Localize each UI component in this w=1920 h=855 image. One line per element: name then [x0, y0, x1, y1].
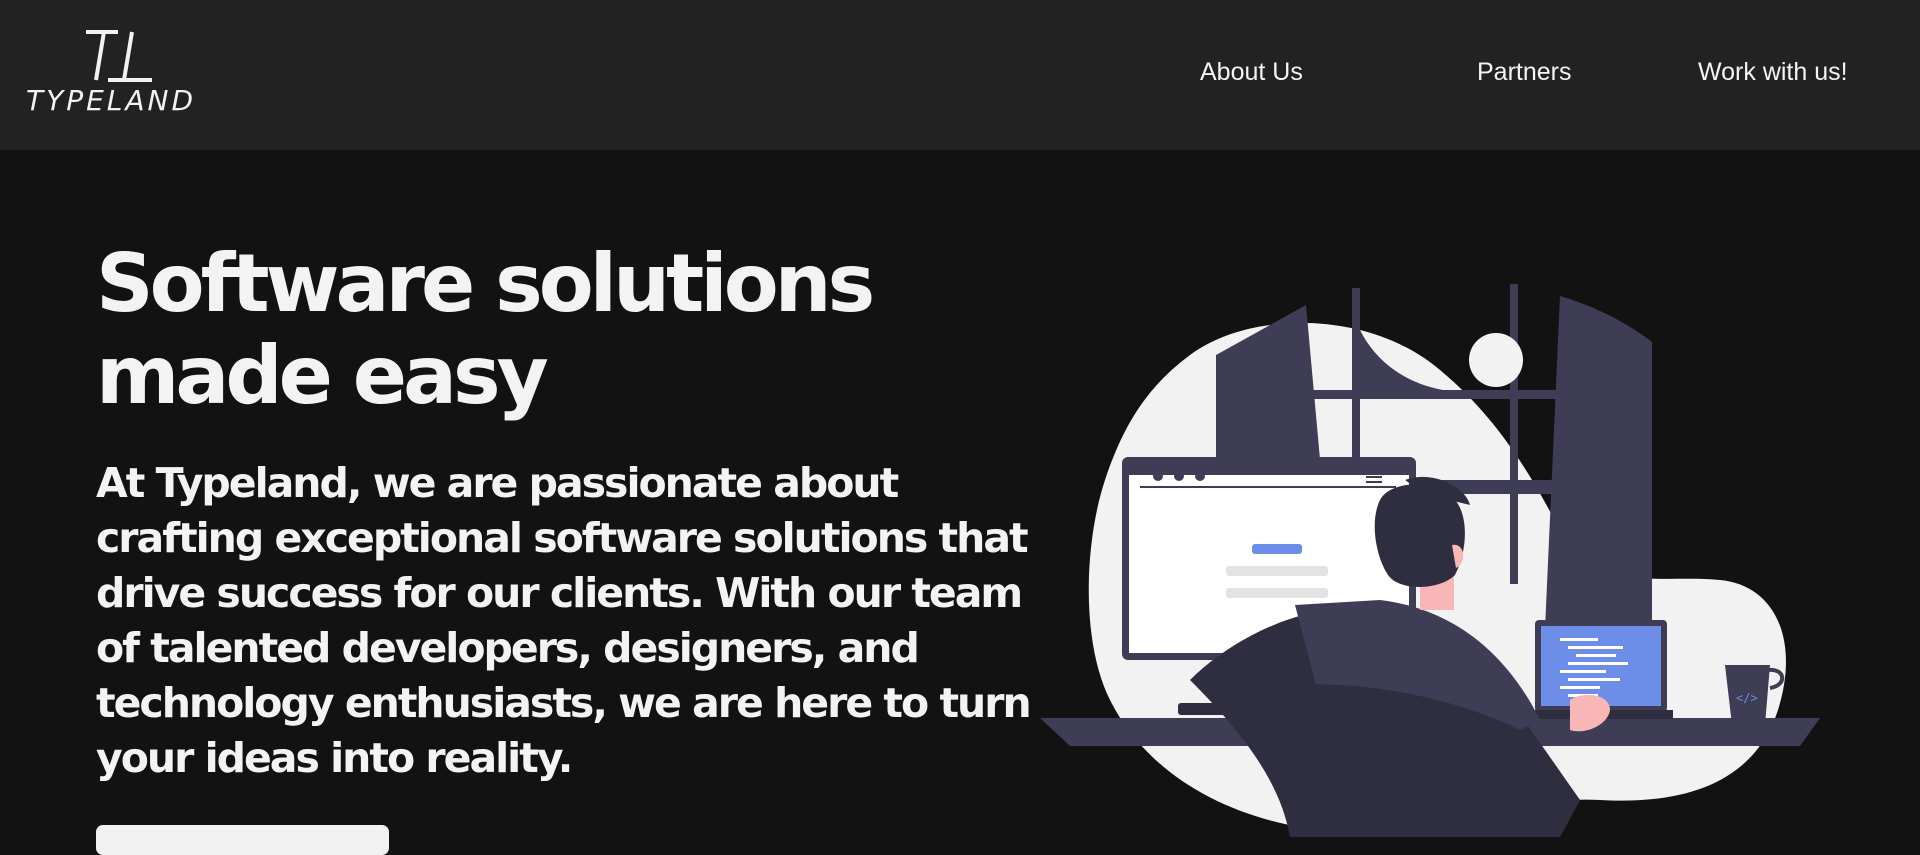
monitor-address-line: [1140, 486, 1396, 488]
nav-work-with-us[interactable]: Work with us!: [1698, 58, 1848, 92]
window-mullion-right: [1510, 284, 1518, 584]
logo-wordmark: TYPELAND: [26, 84, 197, 117]
hero-description: At Typeland, we are passionate about cra…: [96, 459, 1032, 782]
hero-title-line-1: Software solutions: [96, 237, 875, 330]
developer-workspace-illustration-icon: </>: [1040, 284, 1820, 837]
monitor-dot-3: [1195, 471, 1205, 481]
monitor-text-line-2: [1226, 588, 1328, 598]
hero-title: Software solutions made easy: [96, 238, 996, 422]
monitor-menu-line-3: [1366, 481, 1382, 483]
nav-partners[interactable]: Partners: [1477, 58, 1571, 92]
tl-logo-icon: [86, 30, 152, 82]
laptop-screen: [1541, 626, 1661, 706]
typeland-logo[interactable]: TYPELAND: [26, 28, 208, 120]
hero-cta-button[interactable]: [96, 825, 389, 855]
monitor-dot-2: [1174, 471, 1184, 481]
moon-circle: [1469, 333, 1523, 387]
mug-code-symbol: </>: [1736, 691, 1758, 705]
site-header: TYPELAND About Us Partners Work with us!: [0, 0, 1920, 150]
nav-about-us[interactable]: About Us: [1200, 58, 1303, 92]
monitor-text-line-1: [1226, 566, 1328, 576]
monitor-menu-line-2: [1366, 476, 1382, 478]
monitor-dot-1: [1153, 471, 1163, 481]
monitor-accent-bar: [1252, 544, 1302, 554]
hero-title-line-2: made easy: [96, 329, 549, 422]
monitor-menu-line-1: [1366, 471, 1382, 473]
